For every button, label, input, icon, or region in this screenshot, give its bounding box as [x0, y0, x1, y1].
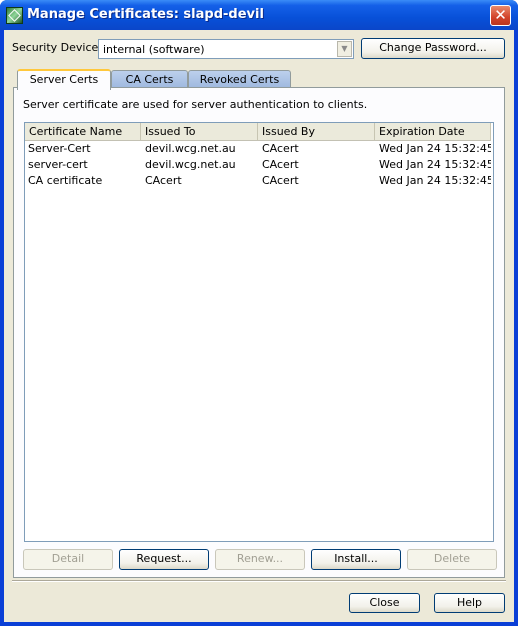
security-device-label: Security Device: — [12, 41, 102, 54]
security-device-select[interactable]: internal (software) ▼ — [98, 39, 354, 59]
cell-certificate-name: Server-Cert — [28, 142, 91, 155]
close-button[interactable]: Close — [349, 593, 420, 613]
table-row[interactable]: CA certificate CAcert CAcert Wed Jan 24 … — [25, 173, 491, 189]
cell-expiration-date: Wed Jan 24 15:32:45... — [379, 158, 491, 171]
tab-panel-server-certs: Server certificate are used for server a… — [13, 87, 505, 578]
renew-button[interactable]: Renew... — [215, 549, 305, 570]
column-header-issued-by[interactable]: Issued By — [258, 123, 375, 140]
tab-server-certs[interactable]: Server Certs — [17, 69, 111, 90]
footer-divider — [12, 580, 506, 582]
cell-issued-to: devil.wcg.net.au — [145, 142, 236, 155]
detail-button[interactable]: Detail — [23, 549, 113, 570]
certificates-table[interactable]: Certificate Name Issued To Issued By Exp… — [24, 122, 494, 542]
dialog-window: Manage Certificates: slapd-devil ✕ Secur… — [0, 0, 518, 626]
change-password-button[interactable]: Change Password... — [361, 38, 505, 59]
column-header-expiration-date[interactable]: Expiration Date — [375, 123, 491, 140]
table-row[interactable]: Server-Cert devil.wcg.net.au CAcert Wed … — [25, 141, 491, 157]
request-button[interactable]: Request... — [119, 549, 209, 570]
table-row[interactable]: server-cert devil.wcg.net.au CAcert Wed … — [25, 157, 491, 173]
table-header: Certificate Name Issued To Issued By Exp… — [25, 123, 491, 141]
cell-expiration-date: Wed Jan 24 15:32:45... — [379, 174, 491, 187]
cell-certificate-name: server-cert — [28, 158, 88, 171]
cell-issued-to: devil.wcg.net.au — [145, 158, 236, 171]
panel-description: Server certificate are used for server a… — [23, 98, 368, 111]
title-bar[interactable]: Manage Certificates: slapd-devil ✕ — [0, 0, 518, 30]
install-button[interactable]: Install... — [311, 549, 401, 570]
chevron-down-icon[interactable]: ▼ — [337, 41, 352, 57]
cell-expiration-date: Wed Jan 24 15:32:45... — [379, 142, 491, 155]
dialog-body: Security Device: internal (software) ▼ C… — [4, 30, 514, 622]
close-icon: ✕ — [494, 6, 507, 24]
cell-issued-by: CAcert — [262, 174, 299, 187]
cell-issued-by: CAcert — [262, 142, 299, 155]
column-header-certificate-name[interactable]: Certificate Name — [25, 123, 141, 140]
delete-button[interactable]: Delete — [407, 549, 497, 570]
security-device-value: internal (software) — [103, 43, 205, 56]
help-button[interactable]: Help — [434, 593, 505, 613]
cell-issued-to: CAcert — [145, 174, 182, 187]
certificate-app-icon — [6, 7, 23, 24]
window-title: Manage Certificates: slapd-devil — [27, 7, 264, 22]
cell-issued-by: CAcert — [262, 158, 299, 171]
cell-certificate-name: CA certificate — [28, 174, 103, 187]
column-header-issued-to[interactable]: Issued To — [141, 123, 258, 140]
window-close-button[interactable]: ✕ — [490, 5, 511, 26]
